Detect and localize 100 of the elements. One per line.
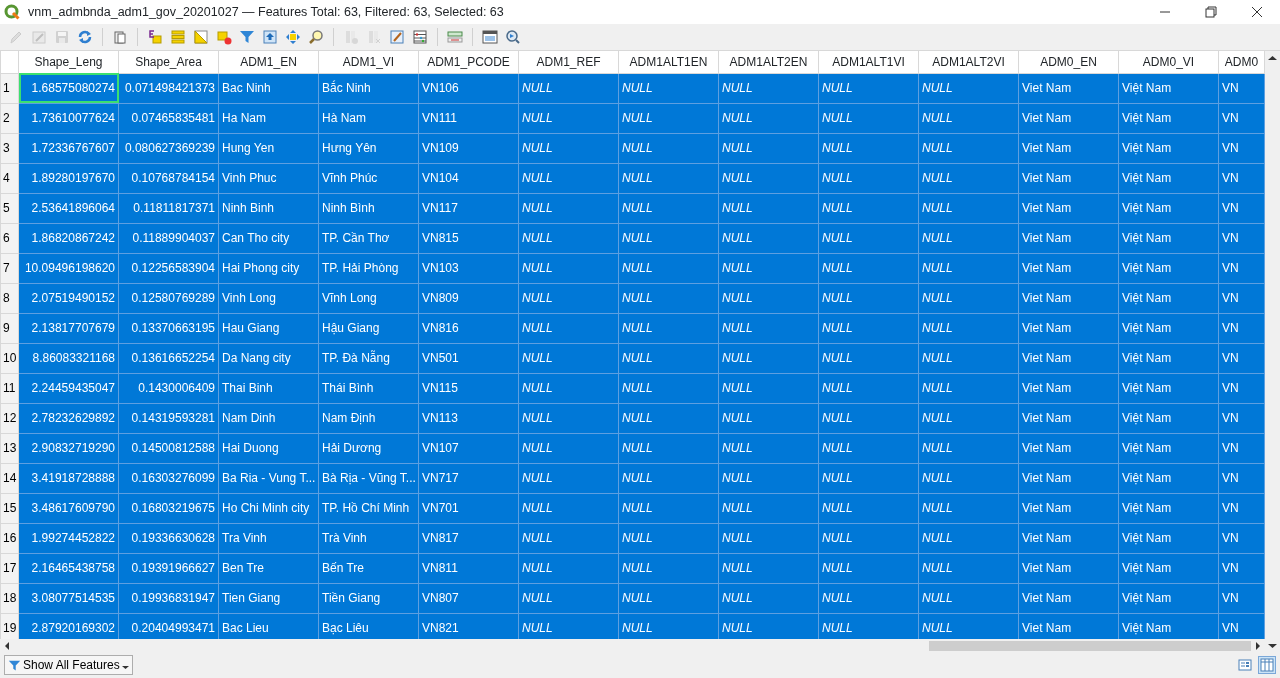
dock-icon[interactable] [482,29,498,45]
table-cell: NULL [618,283,719,313]
row-header[interactable]: 3 [0,133,19,163]
column-header[interactable]: ADM1_VI [318,51,419,73]
close-icon[interactable] [1249,4,1265,20]
table-cell: NULL [818,373,919,403]
table-cell: Viet Nam [1018,403,1119,433]
filter-icon[interactable] [8,658,21,672]
row-header[interactable]: 5 [0,193,19,223]
row-header[interactable]: 9 [0,313,19,343]
clipboard-icon[interactable] [112,29,128,45]
column-header[interactable]: ADM1_PCODE [418,51,519,73]
column-header[interactable]: ADM1ALT1EN [618,51,719,73]
table-cell: Viet Nam [1018,463,1119,493]
row-header[interactable]: 19 [0,613,19,639]
table-cell: NULL [718,463,819,493]
zoom-icon[interactable] [308,29,324,45]
row-header[interactable]: 8 [0,283,19,313]
field-calculator-icon[interactable] [389,29,405,45]
table-cell: 2.53641896064 [18,193,119,223]
column-header[interactable]: ADM1ALT1VI [818,51,919,73]
expression-select-icon[interactable] [147,29,163,45]
list-icon[interactable] [170,29,186,45]
table-cell: NULL [618,553,719,583]
deselect-icon[interactable] [216,29,232,45]
vertical-scrollbar[interactable] [1265,51,1280,653]
column-header[interactable]: ADM1ALT2VI [918,51,1019,73]
table-cell: 2.16465438758 [18,553,119,583]
table-cell: NULL [518,343,619,373]
table-cell: 2.87920169302 [18,613,119,639]
column-header[interactable]: Shape_Area [118,51,219,73]
actions-icon[interactable] [505,29,521,45]
app-logo-icon [4,4,20,20]
row-header[interactable]: 2 [0,103,19,133]
table-cell: Bến Tre [318,553,419,583]
table-cell: Việt Nam [1118,433,1219,463]
row-header[interactable]: 1 [0,73,19,103]
invert-selection-icon[interactable] [193,29,209,45]
table-cell: Bạc Liêu [318,613,419,639]
row-header[interactable]: 10 [0,343,19,373]
move-to-top-icon[interactable] [262,29,278,45]
row-header[interactable]: 4 [0,163,19,193]
conditional-formatting-icon[interactable] [447,29,463,45]
table-cell: NULL [918,193,1019,223]
table-cell: NULL [718,523,819,553]
filter-icon[interactable] [239,29,255,45]
table-cell: Hai Duong [218,433,319,463]
table-cell: Viet Nam [1018,523,1119,553]
column-header[interactable]: Shape_Leng [18,51,119,73]
refresh-icon[interactable] [77,29,93,45]
table-cell: VN106 [418,73,519,103]
table-cell: 0.10768784154 [118,163,219,193]
table-cell: 0.19391966627 [118,553,219,583]
table-cell: TP. Hải Phòng [318,253,419,283]
table-cell: Hà Nam [318,103,419,133]
table-cell: NULL [818,343,919,373]
table-cell: VN816 [418,313,519,343]
row-header[interactable]: 17 [0,553,19,583]
pan-icon[interactable] [285,29,301,45]
row-header[interactable]: 7 [0,253,19,283]
table-cell: Việt Nam [1118,313,1219,343]
table-cell: NULL [618,73,719,103]
table-cell: NULL [518,403,619,433]
row-header[interactable]: 6 [0,223,19,253]
row-header[interactable]: 14 [0,463,19,493]
table-cell: NULL [918,313,1019,343]
column-header[interactable]: ADM1ALT2EN [718,51,819,73]
table-cell: 0.12256583904 [118,253,219,283]
table-cell: NULL [618,223,719,253]
table-cell: NULL [918,553,1019,583]
table-cell: Hưng Yên [318,133,419,163]
column-header[interactable]: ADM0_VI [1118,51,1219,73]
table-cell: 0.12580769289 [118,283,219,313]
abacus-icon[interactable] [412,29,428,45]
column-header[interactable]: ADM0 [1218,51,1265,73]
column-header[interactable]: ADM0_EN [1018,51,1119,73]
table-cell: NULL [518,313,619,343]
row-header[interactable]: 12 [0,403,19,433]
table-cell: NULL [718,103,819,133]
row-header[interactable]: 13 [0,433,19,463]
form-view-button[interactable] [1236,656,1254,674]
table-cell: VN103 [418,253,519,283]
column-header[interactable]: ADM1_EN [218,51,319,73]
table-cell: NULL [718,133,819,163]
row-header[interactable]: 16 [0,523,19,553]
table-cell: Việt Nam [1118,133,1219,163]
row-header[interactable]: 15 [0,493,19,523]
table-cell: Da Nang city [218,343,319,373]
table-cell: 10.09496198620 [18,253,119,283]
row-header[interactable]: 11 [0,373,19,403]
table-cell: Việt Nam [1118,163,1219,193]
row-header[interactable]: 18 [0,583,19,613]
column-header[interactable]: ADM1_REF [518,51,619,73]
show-features-dropdown[interactable]: Show All Features [4,655,133,675]
restore-icon[interactable] [1203,4,1219,20]
table-cell: VN817 [418,523,519,553]
table-cell: NULL [718,493,819,523]
table-cell: Viet Nam [1018,73,1119,103]
table-cell: VN117 [418,193,519,223]
table-cell: NULL [918,583,1019,613]
